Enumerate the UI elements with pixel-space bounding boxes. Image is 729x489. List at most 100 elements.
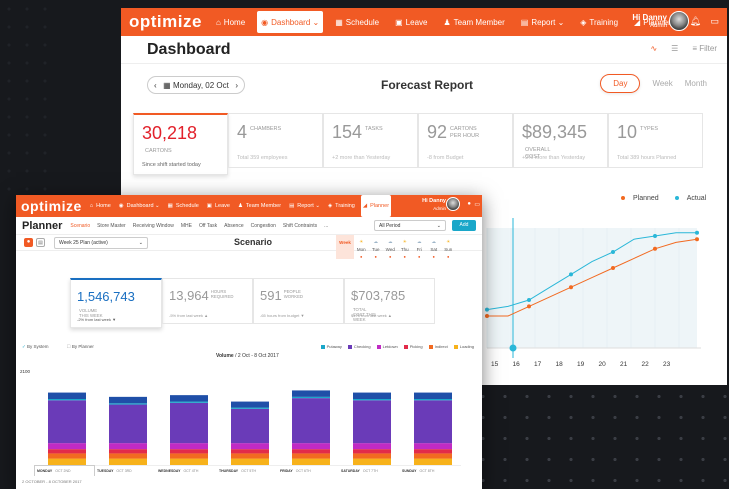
inbox-icon[interactable]: ▭	[710, 16, 719, 27]
bar-segment-checking[interactable]	[170, 402, 208, 444]
pulse-icon[interactable]: ∿	[650, 44, 657, 53]
add-button[interactable]: Add	[452, 220, 476, 231]
nav-item-schedule[interactable]: ▦ Schedule	[331, 8, 383, 36]
tab-off-task[interactable]: Off Task	[199, 223, 217, 229]
document-icon[interactable]: ▤	[36, 238, 45, 247]
bell-icon[interactable]: 🔔︎	[690, 16, 701, 27]
bar-segment-checking[interactable]	[414, 400, 452, 444]
bar-segment-other[interactable]	[231, 401, 269, 408]
nav-item-schedule[interactable]: ▦ Schedule	[166, 195, 201, 217]
bar-segment-checking[interactable]	[231, 408, 269, 444]
day-column-label[interactable]: THURSDAY OCT 5TH	[217, 465, 278, 476]
nav-item-training[interactable]: ◈ Training	[326, 195, 357, 217]
bar-segment-indirect[interactable]	[48, 453, 86, 459]
day-thu[interactable]: ☀ Thu ●	[398, 235, 413, 259]
bar-segment-other[interactable]	[353, 392, 391, 399]
tab-receiving-window[interactable]: Receiving Window	[133, 223, 174, 229]
bar-segment-other[interactable]	[170, 395, 208, 402]
bar-segment-picking[interactable]	[353, 449, 391, 454]
avatar[interactable]	[669, 11, 689, 31]
week-tab[interactable]: Week	[336, 235, 354, 259]
kpi-card[interactable]: 1,546,743VOLUME THIS WEEK -2% from last w…	[70, 278, 162, 328]
tab-scenario[interactable]: Scenario	[70, 223, 90, 229]
bar-segment-letdown[interactable]	[353, 443, 391, 450]
inbox-icon[interactable]: ▭	[474, 201, 480, 208]
avatar[interactable]	[446, 197, 460, 211]
bar-segment-other[interactable]	[292, 390, 330, 397]
bar-segment-letdown[interactable]	[48, 443, 86, 450]
day-column-label[interactable]: FRIDAY OCT 6TH	[278, 465, 339, 476]
kpi-card[interactable]: $89,345OVERALL COST +2% more than Yesterd…	[513, 113, 608, 168]
kpi-card[interactable]: 10 TYPES Total 389 hours Planned	[608, 113, 703, 168]
bar-segment-letdown[interactable]	[414, 443, 452, 450]
tab-mhe[interactable]: MHE	[181, 223, 192, 229]
bar-segment-picking[interactable]	[231, 449, 269, 454]
chevron-right-icon[interactable]: ›	[235, 81, 238, 90]
bar-segment-putaway[interactable]	[109, 403, 147, 405]
bar-segment-indirect[interactable]	[353, 453, 391, 459]
kpi-card[interactable]: 154 TASKS +2 more than Yesterday	[323, 113, 418, 168]
bar-segment-letdown[interactable]	[231, 443, 269, 450]
bar-segment-putaway[interactable]	[292, 396, 330, 399]
nav-item-dashboard[interactable]: ◉ Dashboard ⌄	[117, 195, 162, 217]
bar-segment-putaway[interactable]	[48, 399, 86, 401]
bar-segment-letdown[interactable]	[109, 443, 147, 450]
bar-segment-indirect[interactable]	[414, 453, 452, 459]
day-fri[interactable]: ☁ Fri ●	[412, 235, 427, 259]
nav-item-home[interactable]: ⌂ Home	[88, 195, 113, 217]
bar-segment-indirect[interactable]	[109, 453, 147, 459]
day-wed[interactable]: ☁ Wed ●	[383, 235, 398, 259]
bar-segment-indirect[interactable]	[170, 453, 208, 459]
chevron-left-icon[interactable]: ‹	[154, 81, 157, 90]
bar-segment-checking[interactable]	[48, 400, 86, 444]
kpi-card[interactable]: 30,218 CARTONS Since shift started today	[133, 113, 228, 175]
filter-button[interactable]: ≡ Filter	[692, 44, 717, 53]
bar-segment-indirect[interactable]	[292, 453, 330, 459]
bar-segment-checking[interactable]	[109, 404, 147, 444]
nav-item-team-member[interactable]: ♟ Team Member	[439, 8, 508, 36]
record-icon[interactable]: ●	[24, 238, 33, 247]
bar-segment-indirect[interactable]	[231, 453, 269, 459]
nav-item-home[interactable]: ⌂ Home	[212, 8, 249, 36]
kpi-card[interactable]: 13,964 HOURS REQUIRED -5% from last week ▲	[162, 278, 253, 324]
period-day[interactable]: Day	[600, 74, 641, 93]
by-system-option[interactable]: ✓ By System	[22, 344, 49, 350]
nav-item-dashboard[interactable]: ◉ Dashboard ⌄	[257, 11, 324, 33]
by-planner-option[interactable]: ☐ By Planner	[67, 344, 94, 350]
nav-item-training[interactable]: ◈ Training	[576, 8, 622, 36]
bar-segment-putaway[interactable]	[414, 399, 452, 401]
period-select[interactable]: All Period ⌄	[374, 220, 446, 231]
tab-absence[interactable]: Absence	[224, 223, 243, 229]
tab-shift-contraints[interactable]: Shift Contraints	[283, 223, 317, 229]
date-picker[interactable]: ‹ ▦ Monday, 02 Oct ›	[147, 76, 245, 94]
day-column-label[interactable]: SATURDAY OCT 7TH	[339, 465, 400, 476]
period-week[interactable]: Week	[652, 79, 672, 88]
kpi-card[interactable]: 92 CARTONS PER HOUR -8 from Budget	[418, 113, 513, 168]
kpi-card[interactable]: 591 PEOPLE WORKED -65 hours from budget ▼	[253, 278, 344, 324]
day-sat[interactable]: ☁ Sat ●	[427, 235, 442, 259]
bar-segment-putaway[interactable]	[170, 401, 208, 403]
nav-item-leave[interactable]: ▣ Leave	[205, 195, 232, 217]
nav-item-team-member[interactable]: ♟ Team Member	[236, 195, 283, 217]
bar-segment-other[interactable]	[414, 392, 452, 399]
tab-store-master[interactable]: Store Master	[97, 223, 126, 229]
cursor-handle[interactable]	[509, 344, 517, 352]
day-column-label[interactable]: WEDNESDAY OCT 4TH	[156, 465, 217, 476]
bar-segment-other[interactable]	[48, 392, 86, 399]
tab--[interactable]: ...	[324, 223, 328, 229]
bar-segment-picking[interactable]	[414, 449, 452, 454]
day-sun[interactable]: ☀ Sun ●	[441, 235, 456, 259]
kpi-card[interactable]: 4 CHAMBERS Total 359 employees	[228, 113, 323, 168]
day-column-label[interactable]: SUNDAY OCT 8TH	[400, 465, 461, 476]
bar-segment-putaway[interactable]	[231, 407, 269, 409]
bar-segment-letdown[interactable]	[292, 443, 330, 450]
bar-segment-checking[interactable]	[353, 400, 391, 444]
bar-segment-putaway[interactable]	[353, 399, 391, 401]
kpi-card[interactable]: $703,785TOTAL COST THIS WEEK $475 from la…	[344, 278, 435, 324]
bar-segment-other[interactable]	[109, 396, 147, 404]
nav-item-report[interactable]: ▤ Report ⌄	[517, 8, 569, 36]
bar-segment-checking[interactable]	[292, 398, 330, 444]
user-greeting[interactable]: Hi Danny Admin	[632, 13, 667, 31]
bar-segment-picking[interactable]	[170, 449, 208, 454]
period-month[interactable]: Month	[685, 79, 707, 88]
